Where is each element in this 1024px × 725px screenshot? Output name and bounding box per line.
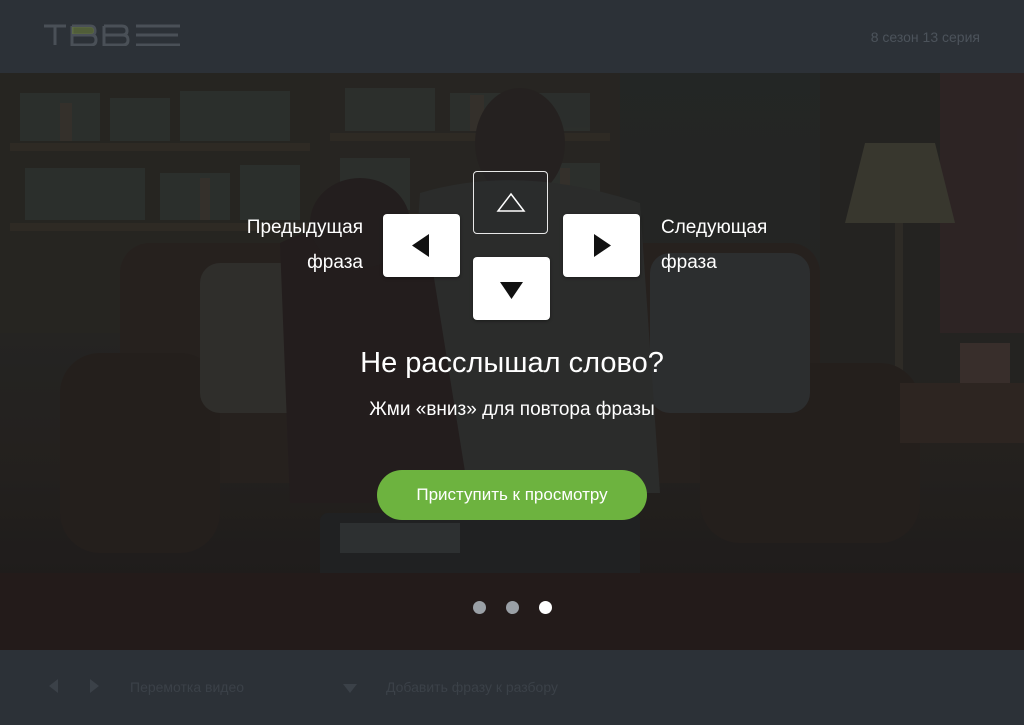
next-phrase-label: Следующая фраза	[661, 210, 801, 280]
pager-dot-1[interactable]	[473, 601, 486, 614]
triangle-up-outline-icon	[496, 192, 526, 212]
pager-dot-2[interactable]	[506, 601, 519, 614]
rewind-left-icon[interactable]	[46, 678, 60, 694]
pager-dot-3-active[interactable]	[539, 601, 552, 614]
forward-right-icon[interactable]	[88, 678, 102, 694]
add-phrase-label[interactable]: Добавить фразу к разбору	[386, 679, 558, 695]
seek-video-label: Перемотка видео	[130, 679, 245, 695]
tvbe-logo	[44, 24, 180, 46]
down-arrow-key[interactable]	[473, 257, 550, 320]
hint-title: Не расслышал слово?	[360, 347, 664, 379]
episode-label: 8 сезон 13 серия	[870, 29, 980, 45]
top-bar: 8 сезон 13 серия	[0, 0, 1024, 73]
start-watching-button[interactable]: Приступить к просмотру	[377, 470, 647, 520]
next-phrase-line1: Следующая	[661, 217, 768, 238]
prev-phrase-label: Предыдущая фраза	[240, 210, 363, 280]
left-arrow-key[interactable]	[383, 214, 460, 277]
triangle-down-icon	[500, 282, 523, 299]
triangle-right-icon	[594, 234, 611, 257]
bottom-bar: Перемотка видео Добавить фразу к разбору	[0, 650, 1024, 725]
prev-phrase-line2: фраза	[307, 252, 363, 273]
up-arrow-key[interactable]	[473, 171, 548, 234]
prev-phrase-line1: Предыдущая	[246, 217, 363, 238]
chevron-down-icon[interactable]	[342, 682, 358, 694]
next-phrase-line2: фраза	[661, 252, 717, 273]
right-arrow-key[interactable]	[563, 214, 640, 277]
triangle-left-icon	[412, 234, 429, 257]
hint-subtitle: Жми «вниз» для повтора фразы	[369, 399, 655, 420]
